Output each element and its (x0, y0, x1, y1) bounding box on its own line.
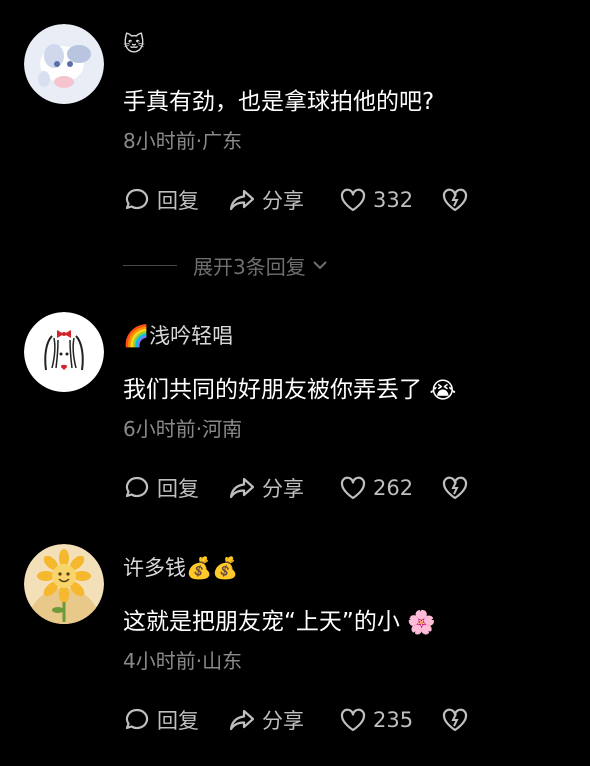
like-count: 332 (373, 188, 414, 212)
heart-icon (340, 708, 366, 732)
comment-actions: 回复 分享 262 (123, 472, 483, 504)
cherry-blossom-emoji: 🌸 (407, 610, 436, 636)
share-arrow-icon (229, 709, 255, 731)
comment-meta: 6小时前·河南 (123, 417, 243, 441)
expand-replies-button[interactable]: 展开3条回复 (123, 250, 330, 280)
comment-bubble-icon (125, 708, 149, 730)
avatar-image (24, 312, 104, 392)
avatar[interactable] (24, 312, 104, 392)
comment-bubble-icon (125, 476, 149, 498)
comment-actions: 回复 分享 235 (123, 704, 483, 736)
comment-text-body: 我们共同的好朋友被你弄丢了 (123, 377, 422, 403)
like-button[interactable]: 332 (339, 184, 413, 216)
dislike-button[interactable] (441, 704, 469, 736)
heart-icon (340, 188, 366, 212)
crying-face-emoji: 😭 (429, 377, 457, 404)
divider-line (123, 264, 177, 266)
like-count: 262 (373, 476, 414, 500)
comment-meta: 4小时前·山东 (123, 649, 243, 673)
like-button[interactable]: 235 (339, 704, 413, 736)
comment-text: 手真有劲，也是拿球拍他的吧? (123, 89, 435, 115)
share-button[interactable]: 分享 (228, 184, 304, 216)
broken-heart-icon (442, 476, 468, 500)
share-label: 分享 (262, 709, 304, 733)
reply-button[interactable]: 回复 (123, 704, 199, 736)
share-label: 分享 (262, 477, 304, 501)
heart-icon (340, 476, 366, 500)
username[interactable]: 🌈浅吟轻唱 (123, 320, 233, 350)
avatar[interactable] (24, 24, 104, 104)
reply-label: 回复 (157, 477, 199, 501)
comment-meta: 8小时前·广东 (123, 129, 243, 153)
username[interactable]: 🐱 (123, 32, 145, 56)
reply-button[interactable]: 回复 (123, 472, 199, 504)
dislike-button[interactable] (441, 472, 469, 504)
comment-text: 我们共同的好朋友被你弄丢了 😭 (123, 370, 456, 404)
reply-label: 回复 (157, 189, 199, 213)
reply-label: 回复 (157, 709, 199, 733)
broken-heart-icon (442, 188, 468, 212)
avatar[interactable] (24, 544, 104, 624)
reply-button[interactable]: 回复 (123, 184, 199, 216)
username[interactable]: 许多钱💰💰 (123, 552, 238, 582)
like-count: 235 (373, 708, 414, 732)
dislike-button[interactable] (441, 184, 469, 216)
broken-heart-icon (442, 708, 468, 732)
chevron-down-icon (313, 261, 327, 270)
comment-text-body: 这就是把朋友宠“上天”的小 (123, 609, 400, 635)
share-arrow-icon (229, 477, 255, 499)
comment-actions: 回复 分享 332 (123, 184, 483, 216)
avatar-image (24, 544, 104, 624)
avatar-image (24, 24, 104, 104)
share-arrow-icon (229, 189, 255, 211)
like-button[interactable]: 262 (339, 472, 413, 504)
share-button[interactable]: 分享 (228, 472, 304, 504)
comment-text: 这就是把朋友宠“上天”的小 🌸 (123, 602, 436, 636)
share-label: 分享 (262, 189, 304, 213)
share-button[interactable]: 分享 (228, 704, 304, 736)
expand-replies-label: 展开3条回复 (193, 254, 306, 279)
comment-bubble-icon (125, 188, 149, 210)
